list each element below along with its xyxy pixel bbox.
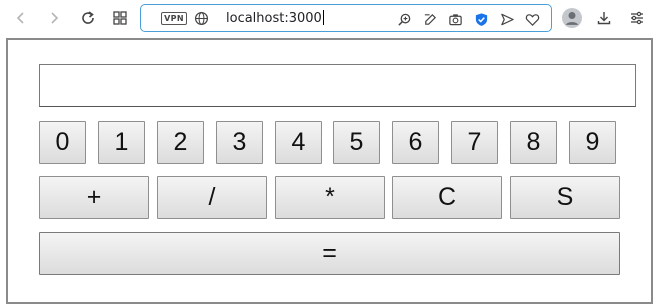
settings-icon[interactable] (625, 6, 649, 30)
digit-button-9[interactable]: 9 (569, 121, 616, 164)
digit-button-2[interactable]: 2 (157, 121, 204, 164)
digit-button-4[interactable]: 4 (275, 121, 322, 164)
shield-icon[interactable] (472, 10, 490, 28)
text-caret (322, 10, 324, 25)
equals-button[interactable]: = (39, 232, 620, 275)
heart-icon[interactable] (523, 10, 541, 28)
s-button[interactable]: S (510, 176, 620, 219)
zoom-icon[interactable] (395, 10, 413, 28)
multiply-button[interactable]: * (275, 176, 385, 219)
send-icon[interactable] (498, 10, 516, 28)
digit-button-1[interactable]: 1 (98, 121, 145, 164)
divide-button[interactable]: / (157, 176, 267, 219)
browser-toolbar: VPN localhost:3000 (0, 0, 656, 36)
tab-grid-icon[interactable] (108, 6, 132, 30)
url-input[interactable]: localhost:3000 (226, 10, 324, 26)
globe-icon[interactable] (194, 11, 209, 26)
clear-button[interactable]: C (392, 176, 502, 219)
camera-icon[interactable] (446, 10, 464, 28)
edit-icon[interactable] (421, 10, 439, 28)
forward-icon[interactable] (42, 6, 66, 30)
digit-button-6[interactable]: 6 (392, 121, 439, 164)
digit-button-0[interactable]: 0 (39, 121, 86, 164)
page-viewport: 0 1 2 3 4 5 6 7 8 9 + / * C S = (6, 38, 653, 304)
digit-button-7[interactable]: 7 (451, 121, 498, 164)
digit-button-8[interactable]: 8 (510, 121, 557, 164)
digit-button-5[interactable]: 5 (333, 121, 380, 164)
url-text: localhost:3000 (226, 11, 322, 26)
address-bar[interactable]: VPN localhost:3000 (140, 4, 552, 32)
profile-icon[interactable] (560, 6, 584, 30)
download-icon[interactable] (592, 6, 616, 30)
vpn-badge[interactable]: VPN (161, 12, 187, 25)
add-button[interactable]: + (39, 176, 149, 219)
back-icon[interactable] (9, 6, 33, 30)
reload-icon[interactable] (76, 6, 100, 30)
calculator-display[interactable] (39, 64, 636, 107)
digit-button-3[interactable]: 3 (216, 121, 263, 164)
